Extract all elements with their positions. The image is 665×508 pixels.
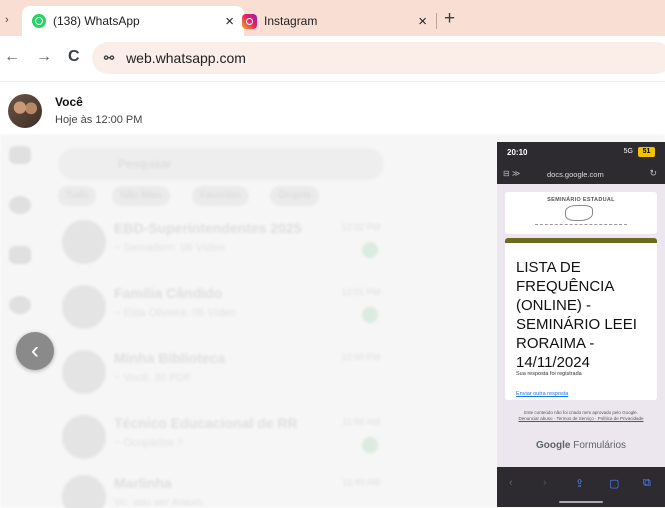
chat-name: Marlinha (114, 475, 172, 491)
phone-status-bar: 20:10 5G 51 (497, 142, 665, 164)
site-info-icon[interactable]: ⚯ (104, 51, 114, 65)
chat-name: EBD-Superintendentes 2025 (114, 220, 302, 236)
browser-toolbar: ← → C ⚯ web.whatsapp.com (0, 36, 665, 82)
instagram-icon (242, 13, 257, 29)
chat-time: 12:02 PM (341, 222, 380, 232)
unread-badge (362, 437, 378, 453)
back-button[interactable]: ← (4, 48, 20, 66)
chat-avatar (62, 350, 106, 394)
state-map-icon (565, 205, 593, 221)
form-card: LISTA DE FREQUÊNCIA (ONLINE) - SEMINÁRIO… (505, 238, 657, 400)
bookmarks-icon: ▢ (609, 478, 620, 490)
chevron-left-icon: ‹ (31, 337, 39, 364)
chat-avatar (62, 415, 106, 459)
chat-preview: ~ Semadern: 06 Vídeo (114, 242, 225, 254)
home-indicator (559, 501, 603, 503)
tab-divider (436, 13, 437, 29)
signal-indicator: 5G (623, 148, 633, 155)
sender-name: Você (55, 95, 83, 109)
form-header-image: SEMINÁRIO ESTADUAL (505, 192, 657, 234)
chat-row: EBD-Superintendentes 2025 ~ Semadern: 06… (58, 214, 388, 274)
channels-icon (9, 296, 31, 314)
tab-title: Instagram (264, 14, 318, 28)
chat-preview: ~ Ocupadas ? (114, 437, 183, 449)
tabs-icon: ⊟ ≫ (503, 169, 521, 178)
whatsapp-icon (32, 14, 46, 28)
tab-strip: › (138) WhatsApp × Instagram × + (0, 0, 665, 36)
communities-icon (9, 246, 31, 264)
forward-button[interactable]: → (36, 48, 52, 66)
search-placeholder: Pesquisar (118, 157, 172, 171)
url-text: web.whatsapp.com (126, 50, 246, 66)
form-disclaimer: Este conteúdo não foi criado nem aprovad… (507, 410, 655, 422)
filter-chip: Não lidas (112, 186, 170, 206)
battery-icon: 51 (638, 147, 655, 157)
chat-avatar (62, 475, 106, 508)
chat-row: Minha Biblioteca ~ Você: 30 PDF 12:00 PM (58, 344, 388, 404)
header-title: SEMINÁRIO ESTADUAL (547, 197, 615, 203)
brand-forms: Formulários (573, 440, 627, 451)
chat-avatar (62, 220, 106, 264)
chat-row: Família Cândido ~ Elda Oliveira: 06 Víde… (58, 279, 388, 339)
avatar[interactable] (8, 94, 42, 128)
chat-time: 12:01 PM (341, 287, 380, 297)
chat-name: Minha Biblioteca (114, 350, 226, 366)
chat-row: Marlinha Vc: vou ver Anexo 11:49 AM (58, 469, 388, 508)
chat-time: 11:56 AM (342, 417, 380, 427)
tab-scroll-chevron-icon[interactable]: › (5, 14, 9, 26)
disclaimer-links: Denunciar abuso · Termos de Serviço · Po… (518, 416, 644, 421)
submit-another-link: Enviar outra resposta (516, 391, 569, 397)
chat-preview: ~ Elda Oliveira: 06 Vídeo (114, 307, 236, 319)
unread-badge (362, 242, 378, 258)
tab-whatsapp[interactable]: (138) WhatsApp × (22, 6, 244, 36)
phone-bottom-bar: ‹ › ⇪ ▢ ⧉ (497, 467, 665, 507)
previous-media-button[interactable]: ‹ (16, 332, 54, 370)
filter-chip: Favoritas (192, 186, 250, 206)
chats-icon (9, 146, 31, 164)
back-arrow-icon: ‹ (509, 477, 513, 489)
close-tab-icon[interactable]: × (418, 13, 427, 30)
search-input: Pesquisar (58, 148, 384, 180)
phone-clock: 20:10 (507, 148, 528, 157)
chat-preview: ~ Você: 30 PDF (114, 372, 192, 384)
address-bar[interactable]: ⚯ web.whatsapp.com (92, 42, 665, 74)
brand-google: Google (535, 440, 571, 451)
chat-time: 12:00 PM (341, 352, 380, 362)
forward-arrow-icon: › (543, 477, 547, 489)
new-tab-button[interactable]: + (444, 8, 455, 30)
chat-avatar (62, 285, 106, 329)
tab-title: (138) WhatsApp (53, 14, 140, 28)
viewer-header: Você Hoje às 12:00 PM (0, 82, 665, 134)
phone-url: docs.google.com (547, 170, 604, 179)
reload-icon: ↻ (649, 168, 657, 178)
chat-row: Técnico Educacional de RR ~ Ocupadas ? 1… (58, 409, 388, 469)
response-recorded-text: Sua resposta foi registrada (516, 371, 582, 377)
media-viewer: Pesquisar Tudo Não lidas Favoritas Grupo… (0, 82, 665, 508)
sponsor-logos (535, 224, 627, 228)
filter-chip: Grupos (270, 186, 319, 206)
filter-chip: Tudo (58, 186, 97, 206)
tab-instagram[interactable]: Instagram × (232, 6, 437, 36)
phone-url-bar: ⊟ ≫ docs.google.com ↻ (497, 164, 665, 184)
media-image: 20:10 5G 51 ⊟ ≫ docs.google.com ↻ SEMINÁ… (497, 142, 665, 507)
form-title: LISTA DE FREQUÊNCIA (ONLINE) - SEMINÁRIO… (516, 259, 637, 371)
google-forms-logo: Google Formulários (497, 440, 665, 451)
chat-name: Técnico Educacional de RR (114, 415, 298, 431)
message-timestamp: Hoje às 12:00 PM (55, 114, 143, 126)
chat-preview: Vc: vou ver Anexo (114, 497, 203, 508)
tabs-overview-icon: ⧉ (643, 477, 651, 489)
unread-badge (362, 307, 378, 323)
chat-name: Família Cândido (114, 285, 223, 301)
status-icon (9, 196, 31, 214)
reload-button[interactable]: C (68, 48, 80, 66)
chat-time: 11:49 AM (342, 477, 380, 487)
share-icon: ⇪ (575, 478, 585, 490)
